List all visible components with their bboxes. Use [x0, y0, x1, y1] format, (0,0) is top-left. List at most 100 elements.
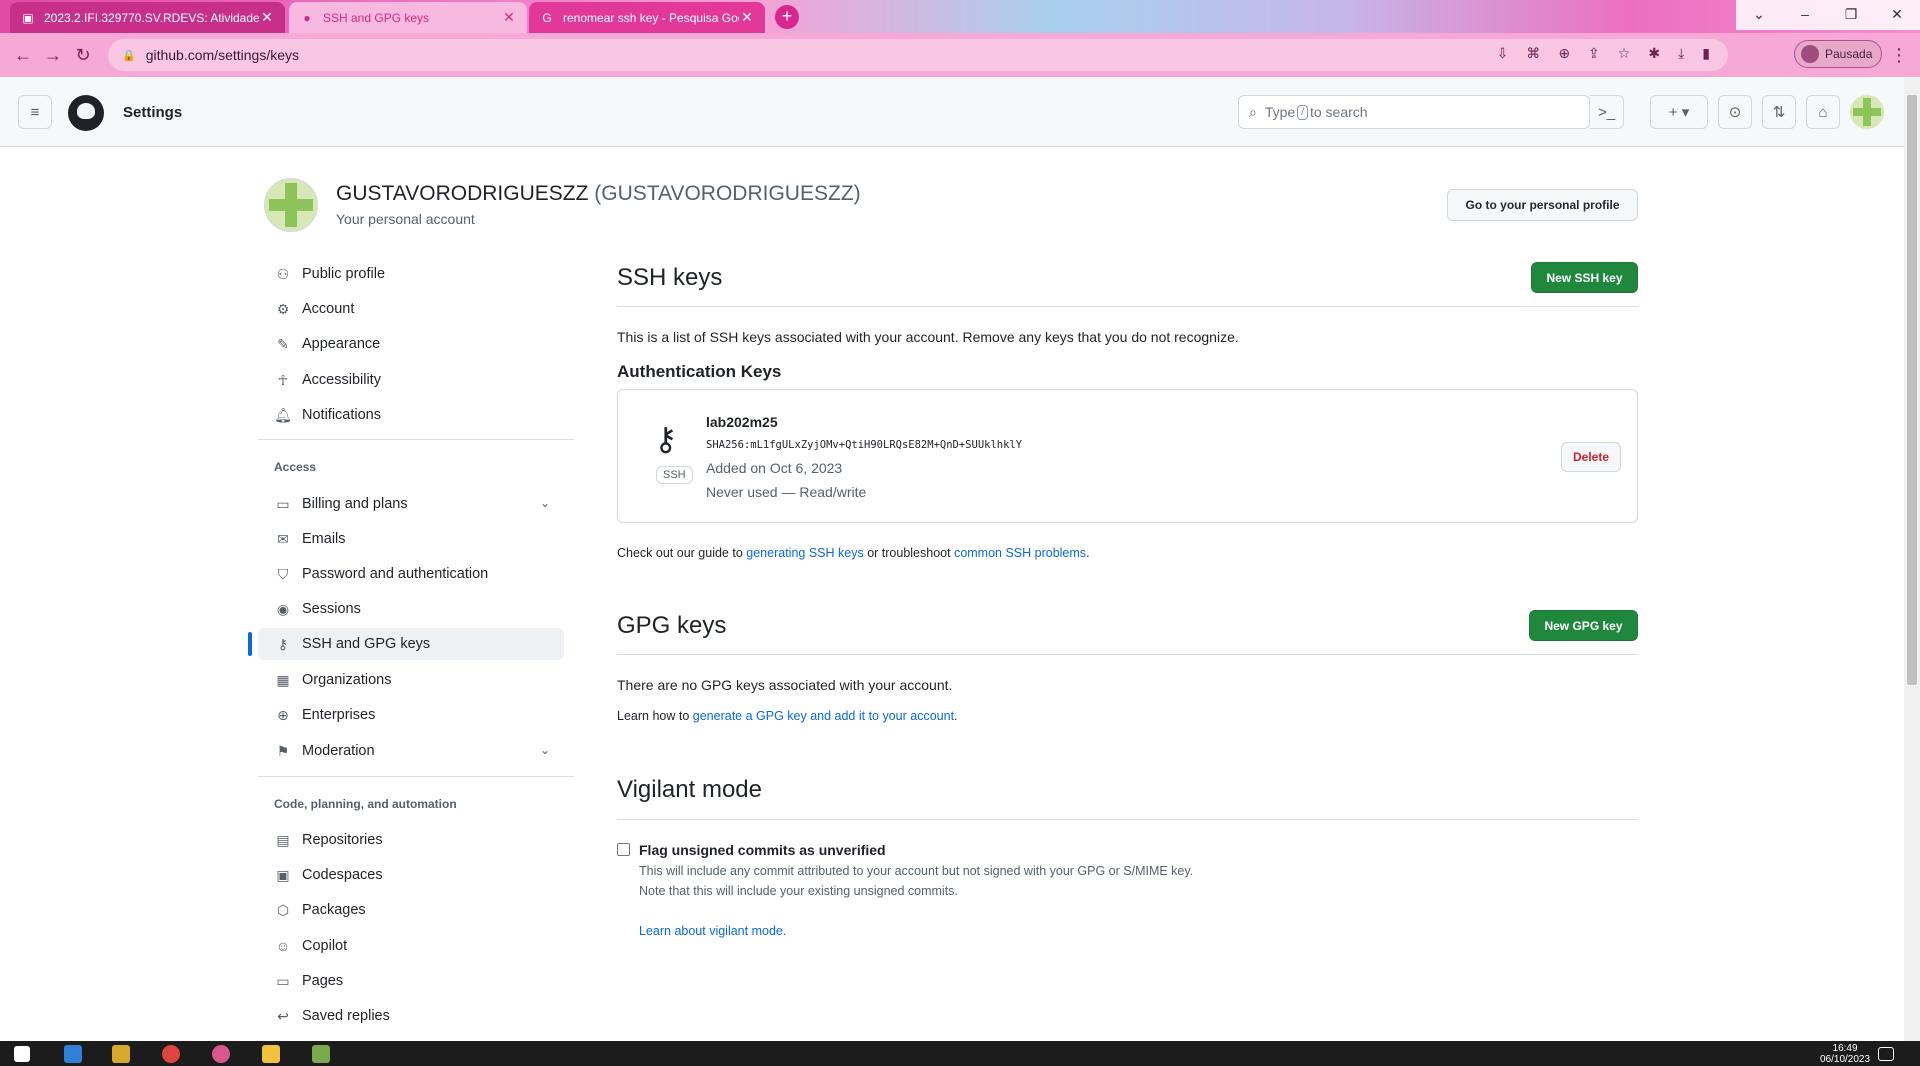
go-to-profile-button[interactable]: Go to your personal profile: [1447, 189, 1638, 221]
learn-vigilant-mode-link[interactable]: Learn about vigilant mode.: [639, 924, 786, 938]
sidebar-item-public-profile[interactable]: ⚇ Public profile: [258, 258, 564, 290]
reload-icon[interactable]: ↻: [68, 45, 98, 66]
extensions-icon[interactable]: ✱: [1648, 45, 1660, 62]
gpg-keys-heading: GPG keys: [617, 612, 727, 639]
sidebar-item-copilot[interactable]: ☺ Copilot: [258, 930, 564, 962]
search-input[interactable]: ⌕ Type / to search: [1238, 95, 1590, 129]
accessibility-icon: ☥: [277, 371, 289, 388]
new-gpg-key-button[interactable]: New GPG key: [1529, 610, 1638, 641]
flag-unsigned-commits-label[interactable]: Flag unsigned commits as unverified: [639, 842, 886, 858]
issues-icon[interactable]: ⊙: [1718, 95, 1752, 129]
github-icon: ●: [303, 10, 311, 25]
chrome-profile-icon[interactable]: [212, 1045, 230, 1063]
create-new-button[interactable]: + ▾: [1650, 95, 1708, 129]
restore-button[interactable]: ❐: [1828, 0, 1874, 30]
taskbar-clock[interactable]: 16:49 06/10/2023: [1820, 1043, 1870, 1065]
generating-ssh-keys-link[interactable]: generating SSH keys: [746, 546, 863, 560]
minimize-button[interactable]: –: [1782, 0, 1828, 30]
tab-search-icon[interactable]: ⌄: [1736, 0, 1782, 30]
browser-tab-moodle[interactable]: ▣ 2023.2.IFI.329770.SV.RDEVS: Atividades…: [10, 2, 285, 33]
pull-requests-icon[interactable]: ⇅: [1762, 95, 1796, 129]
account-display-name: GUSTAVORODRIGUESZZ: [336, 182, 589, 205]
sidebar-item-codespaces[interactable]: ▣ Codespaces: [258, 859, 564, 891]
scrollbar-thumb[interactable]: [1907, 95, 1917, 685]
install-icon[interactable]: ⇩: [1497, 45, 1509, 62]
inbox-icon[interactable]: ⌂: [1806, 95, 1840, 129]
sidebar-item-emails[interactable]: ✉ Emails: [258, 523, 564, 555]
windows-start-icon[interactable]: [14, 1046, 30, 1062]
translate-icon[interactable]: ⌘: [1526, 45, 1540, 62]
report-icon: ⚑: [276, 742, 290, 759]
sidebar-item-account[interactable]: ⚙ Account: [258, 293, 564, 325]
close-tab-icon[interactable]: ✕: [259, 9, 275, 26]
sidebar-item-label: Password and authentication: [302, 566, 489, 582]
share-icon[interactable]: ⇪: [1588, 45, 1600, 62]
sidebar-item-repositories[interactable]: ▤ Repositories: [258, 824, 564, 856]
notifications-icon[interactable]: [1878, 1047, 1894, 1061]
new-tab-button[interactable]: +: [775, 5, 799, 29]
browser-tab-google[interactable]: G renomear ssh key - Pesquisa Google ✕: [529, 2, 765, 33]
sidebar-item-label: Notifications: [302, 407, 381, 423]
app-icon[interactable]: [312, 1045, 330, 1063]
sidebar-item-notifications[interactable]: 🔔︎ Notifications: [258, 399, 564, 431]
file-explorer-icon[interactable]: [262, 1045, 280, 1063]
close-tab-icon[interactable]: ✕: [739, 9, 755, 26]
gear-icon: ⚙: [276, 300, 290, 317]
sidebar-item-ssh-gpg-keys[interactable]: ⚷ SSH and GPG keys: [248, 628, 564, 660]
sidebar-item-packages[interactable]: ⬡ Packages: [258, 894, 564, 926]
flag-unsigned-commits-checkbox[interactable]: [617, 843, 630, 856]
back-arrow-icon[interactable]: ←: [8, 45, 38, 66]
address-bar[interactable]: 🔒 github.com/settings/keys: [108, 39, 1728, 71]
new-ssh-key-button[interactable]: New SSH key: [1531, 262, 1638, 293]
sidebar-item-moderation[interactable]: ⚑ Moderation ⌄: [258, 735, 564, 767]
sidebar-item-sessions[interactable]: ◉ Sessions: [258, 593, 564, 625]
chevron-down-icon[interactable]: ⌄: [540, 743, 550, 757]
common-ssh-problems-link[interactable]: common SSH problems: [954, 546, 1086, 560]
hamburger-menu-icon[interactable]: ≡: [18, 95, 52, 129]
browser-tab-github[interactable]: ● SSH and GPG keys ✕: [289, 2, 527, 33]
sidebar-item-enterprises[interactable]: ⊕ Enterprises: [258, 699, 564, 731]
chevron-down-icon[interactable]: ⌄: [540, 496, 550, 510]
page-title[interactable]: Settings: [123, 104, 182, 121]
ssh-key-name: lab202m25: [706, 414, 778, 430]
sidebar-item-label: Public profile: [302, 266, 386, 282]
user-avatar[interactable]: [1850, 95, 1884, 129]
star-icon[interactable]: ☆: [1618, 45, 1631, 62]
sidebar-item-billing[interactable]: ▭ Billing and plans ⌄: [258, 488, 564, 520]
sidebar-item-label: Codespaces: [302, 867, 383, 883]
paintbrush-icon: ✎: [277, 335, 289, 352]
forward-arrow-icon[interactable]: →: [38, 45, 68, 66]
sidebar-item-appearance[interactable]: ✎ Appearance: [258, 328, 564, 360]
browser-icon: ▭: [276, 972, 290, 989]
reply-icon: ↩: [277, 1007, 289, 1024]
profile-button[interactable]: Pausada: [1794, 40, 1882, 68]
chrome-icon[interactable]: [162, 1045, 180, 1063]
sidebar-item-organizations[interactable]: ▦ Organizations: [258, 664, 564, 696]
gpg-learn-text: Learn how to generate a GPG key and add …: [617, 709, 958, 723]
vscode-icon[interactable]: [64, 1045, 82, 1063]
delete-ssh-key-button[interactable]: Delete: [1561, 442, 1621, 472]
section-divider: [617, 306, 1638, 307]
sidebar-item-accessibility[interactable]: ☥ Accessibility: [258, 364, 564, 396]
sidebar-divider: [258, 776, 574, 777]
sidebar-item-saved-replies[interactable]: ↩ Saved replies: [258, 1000, 564, 1032]
shield-icon: ⛉: [277, 565, 289, 582]
sidebar-item-password[interactable]: ⛉ Password and authentication: [258, 558, 564, 590]
github-logo-icon[interactable]: [68, 95, 104, 131]
page-scrollbar[interactable]: [1904, 77, 1920, 1041]
kebab-menu-icon[interactable]: ⋮: [1890, 45, 1908, 66]
close-tab-icon[interactable]: ✕: [501, 9, 517, 26]
sidebar-item-label: Organizations: [302, 672, 392, 688]
app-icon[interactable]: [112, 1045, 130, 1063]
account-handle: (GUSTAVORODRIGUESZZ): [594, 182, 861, 205]
command-palette-icon[interactable]: >_: [1590, 95, 1624, 129]
downloads-icon[interactable]: ⤓: [1678, 45, 1684, 62]
side-panel-icon[interactable]: ▮: [1702, 45, 1710, 62]
generate-gpg-key-link[interactable]: generate a GPG key and add it to your ac…: [693, 709, 954, 723]
ssh-description: This is a list of SSH keys associated wi…: [617, 329, 1239, 345]
zoom-icon[interactable]: ⊕: [1558, 45, 1570, 62]
sidebar-item-pages[interactable]: ▭ Pages: [258, 965, 564, 997]
copilot-icon: ☺: [275, 938, 291, 954]
close-window-button[interactable]: ✕: [1874, 0, 1920, 30]
ssh-badge: SSH: [656, 466, 693, 484]
